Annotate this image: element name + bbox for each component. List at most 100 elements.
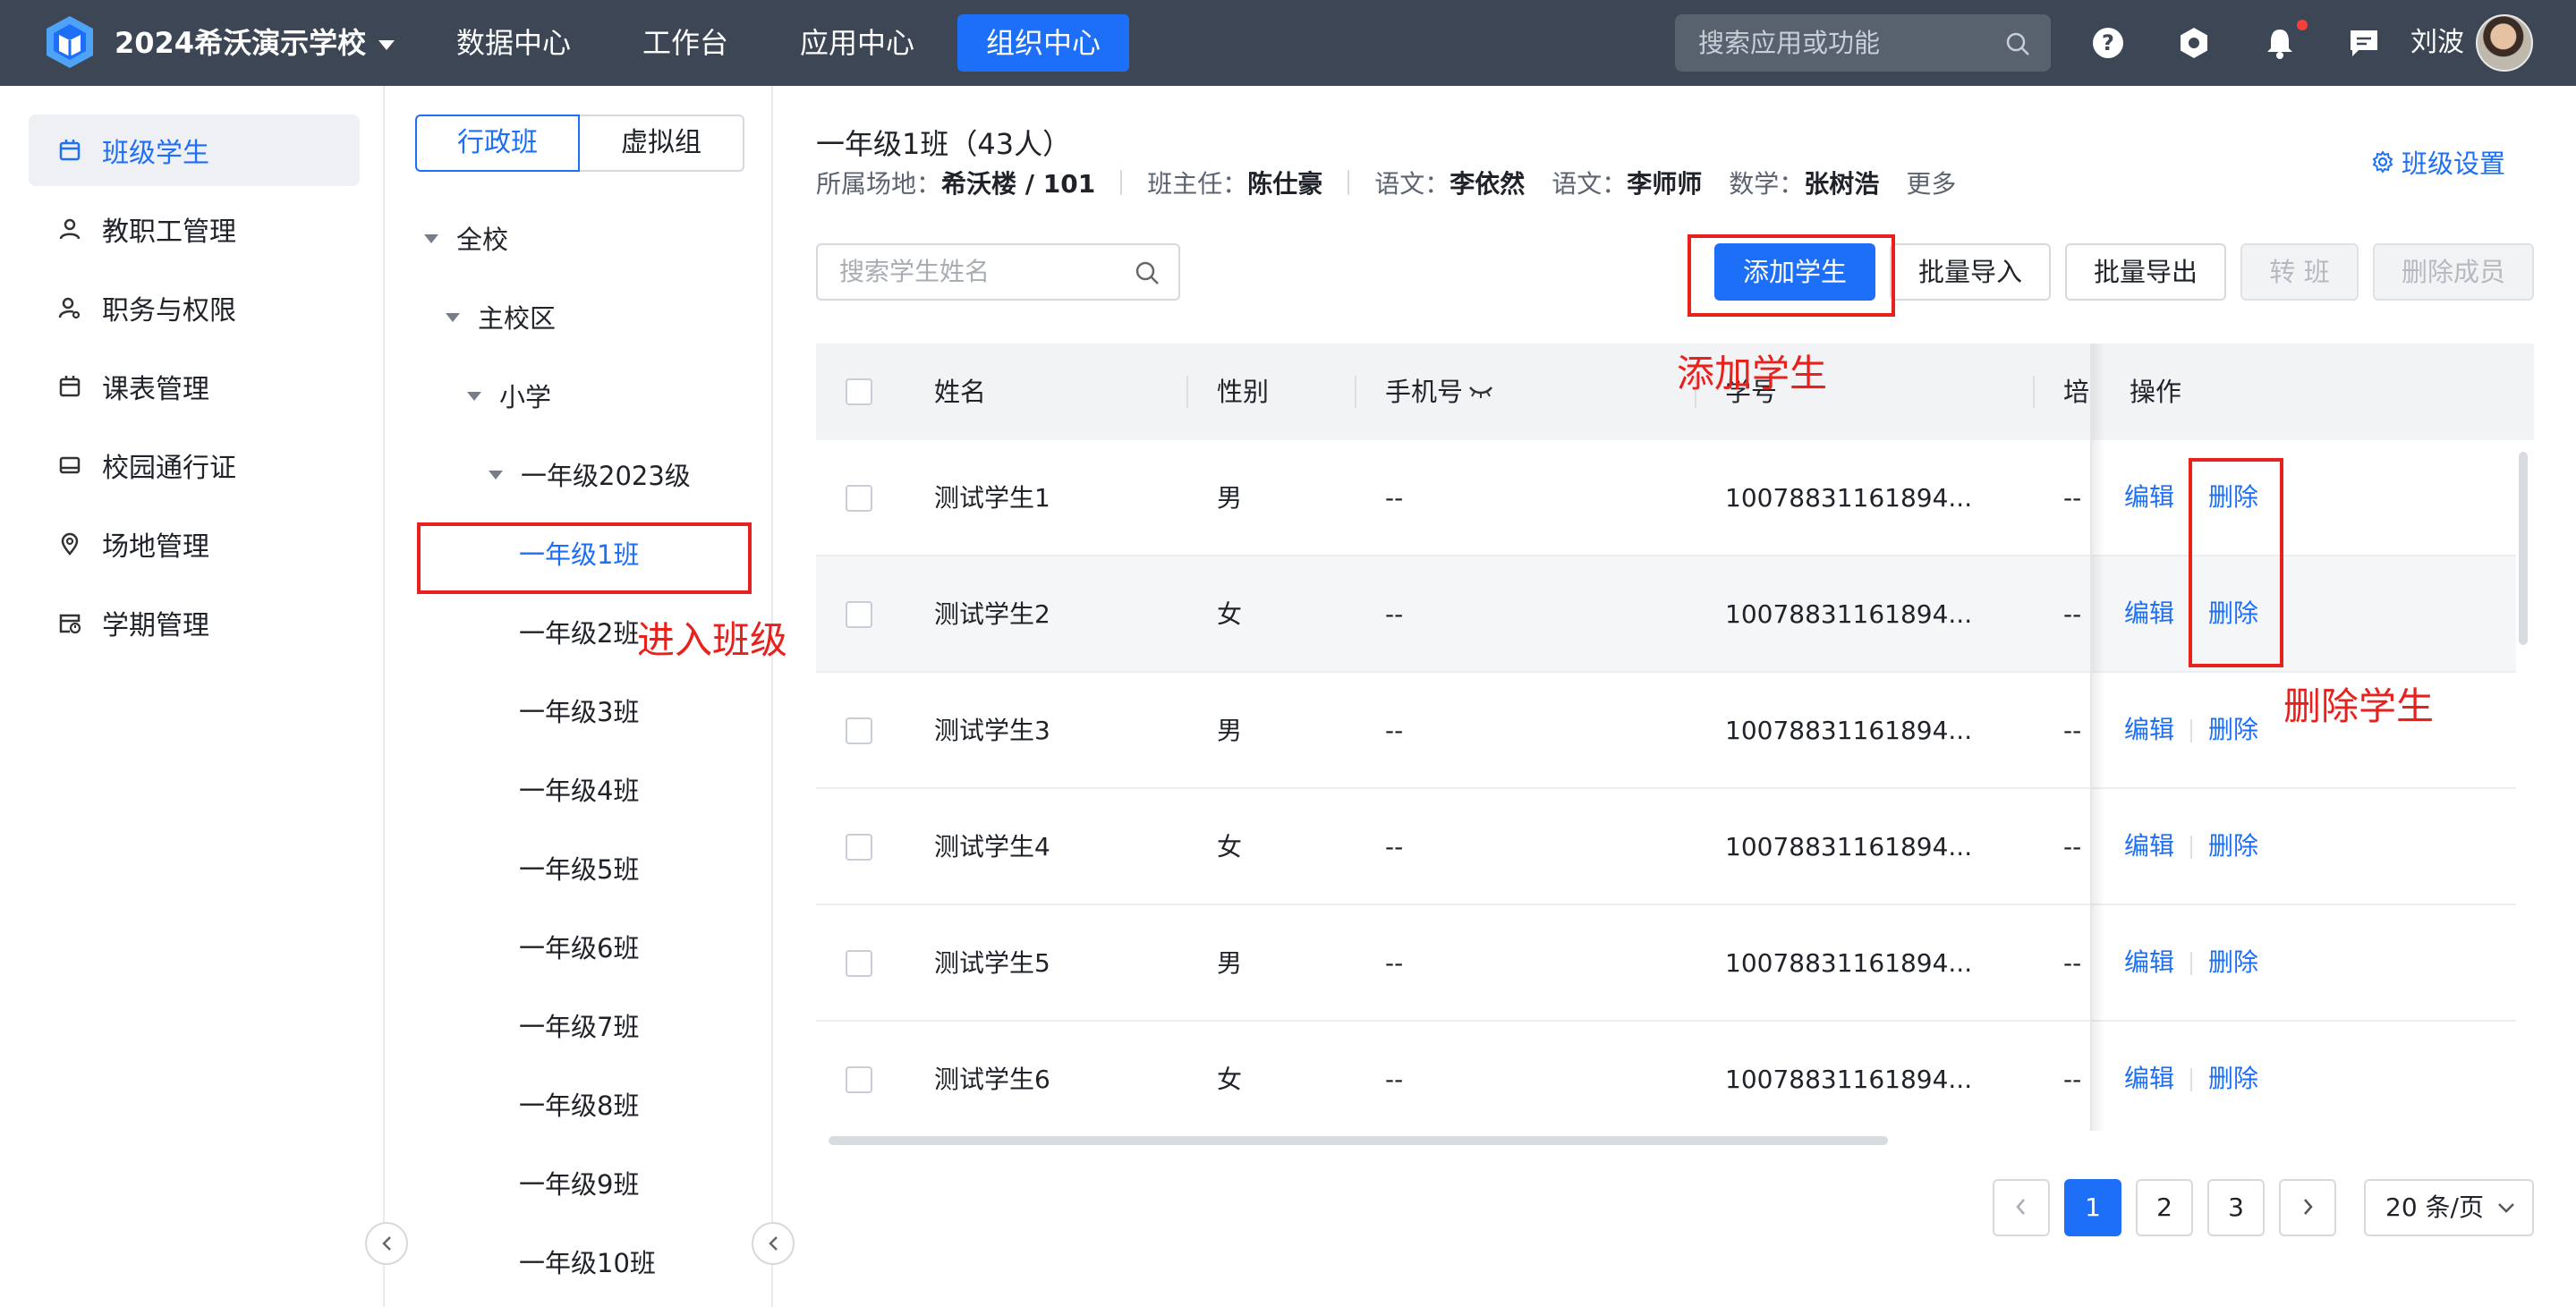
cell-name: 测试学生3	[934, 716, 1050, 745]
cell-extra: --	[2063, 716, 2082, 745]
next-page-button[interactable]	[2279, 1179, 2336, 1236]
message-icon[interactable]	[2346, 25, 2382, 61]
tree-node-class-10[interactable]: 一年级10班	[519, 1245, 656, 1281]
menu-item-label: 课表管理	[102, 374, 209, 405]
class-settings-link[interactable]: 班级设置	[2371, 143, 2505, 181]
row-checkbox[interactable]	[846, 950, 872, 977]
delete-link[interactable]: 删除	[2208, 789, 2258, 904]
tree-node-class-4[interactable]: 一年级4班	[519, 773, 639, 809]
row-checkbox[interactable]	[846, 1066, 872, 1093]
edit-link[interactable]: 编辑	[2124, 789, 2174, 904]
info-teacher: 张树浩	[1804, 169, 1880, 199]
nav-data-center[interactable]: 数据中心	[428, 14, 599, 72]
user-name[interactable]: 刘波	[2410, 0, 2464, 86]
caret-down-icon[interactable]	[489, 471, 503, 480]
prev-page-button[interactable]	[1993, 1179, 2050, 1236]
tree-node-class-8[interactable]: 一年级8班	[519, 1088, 639, 1124]
tree-node-class-7[interactable]: 一年级7班	[519, 1009, 639, 1045]
remove-members-button[interactable]: 删除成员	[2373, 243, 2534, 301]
column-header-gender: 性别	[1217, 377, 1270, 407]
more-link[interactable]: 更多	[1906, 165, 1956, 200]
tab-virtual-group[interactable]: 虚拟组	[578, 115, 744, 172]
school-switcher[interactable]: 2024希沃演示学校	[115, 0, 395, 86]
delete-link[interactable]: 删除	[2208, 1022, 2258, 1136]
card-icon	[59, 456, 81, 474]
nav-app-center[interactable]: 应用中心	[771, 14, 943, 72]
row-checkbox[interactable]	[846, 601, 872, 628]
divider	[2190, 719, 2192, 743]
left-menu: 班级学生 教职工管理 职务与权限 课表管理 校园通行证 场地管理 学期管理	[0, 86, 385, 1307]
menu-item-class-students[interactable]: 班级学生	[29, 115, 360, 186]
menu-item-venues[interactable]: 场地管理	[29, 508, 360, 580]
caret-down-icon[interactable]	[467, 392, 481, 401]
tree-node-class-5[interactable]: 一年级5班	[519, 852, 639, 887]
tree-node-class-2[interactable]: 一年级2班	[519, 615, 639, 651]
table-row: 测试学生4 女 -- 10078831161894... -- 编辑 删除	[816, 789, 2516, 905]
menu-item-timetable[interactable]: 课表管理	[29, 351, 360, 422]
student-search-placeholder: 搜索学生姓名	[839, 257, 990, 286]
caret-down-icon[interactable]	[446, 313, 460, 322]
delete-link[interactable]: 删除	[2208, 673, 2258, 787]
column-header-partial: 培	[2063, 377, 2090, 407]
menu-item-campus-pass[interactable]: 校园通行证	[29, 429, 360, 501]
menu-item-semesters[interactable]: 学期管理	[29, 587, 360, 658]
divider	[1348, 170, 1350, 195]
menu-item-label: 班级学生	[102, 138, 209, 169]
cell-gender: 男	[1217, 716, 1243, 745]
tree-node-class-6[interactable]: 一年级6班	[519, 930, 639, 966]
settings-hexagon-icon[interactable]	[2176, 25, 2212, 61]
school-name: 2024希沃演示学校	[115, 26, 367, 60]
annotation-box-add-student	[1688, 234, 1895, 317]
tab-admin-class[interactable]: 行政班	[415, 115, 580, 172]
tree-node-primary[interactable]: 小学	[499, 379, 551, 415]
edit-link[interactable]: 编辑	[2124, 556, 2174, 671]
edit-link[interactable]: 编辑	[2124, 673, 2174, 787]
page-2-button[interactable]: 2	[2136, 1179, 2193, 1236]
app-search-input[interactable]: 搜索应用或功能	[1675, 14, 2051, 72]
edit-link[interactable]: 编辑	[2124, 1022, 2174, 1136]
table-horizontal-scrollbar[interactable]	[829, 1136, 1888, 1145]
tree-node-main-campus[interactable]: 主校区	[478, 301, 556, 336]
batch-export-button[interactable]: 批量导出	[2065, 243, 2226, 301]
nav-workbench[interactable]: 工作台	[614, 14, 757, 72]
caret-down-icon[interactable]	[424, 234, 438, 243]
tree-node-class-3[interactable]: 一年级3班	[519, 694, 639, 730]
row-checkbox[interactable]	[846, 717, 872, 744]
select-all-checkbox[interactable]	[846, 378, 872, 405]
table-row: 测试学生6 女 -- 10078831161894... -- 编辑 删除	[816, 1022, 2516, 1131]
cell-name: 测试学生5	[934, 948, 1050, 978]
row-checkbox[interactable]	[846, 485, 872, 512]
collapse-tree-button[interactable]	[752, 1222, 795, 1265]
table-vertical-scrollbar[interactable]	[2519, 452, 2528, 645]
batch-import-button[interactable]: 批量导入	[1890, 243, 2051, 301]
eye-closed-icon[interactable]	[1467, 383, 1494, 401]
bell-icon[interactable]	[2262, 25, 2298, 61]
info-venue: 希沃楼 / 101	[941, 169, 1096, 199]
transfer-class-button[interactable]: 转 班	[2240, 243, 2359, 301]
column-header-phone: 手机号	[1385, 377, 1464, 407]
delete-link[interactable]: 删除	[2208, 905, 2258, 1020]
divider	[1120, 170, 1123, 195]
divider	[2190, 952, 2192, 975]
menu-item-staff[interactable]: 教职工管理	[29, 193, 360, 265]
cell-phone: --	[1385, 832, 1404, 861]
edit-link[interactable]: 编辑	[2124, 905, 2174, 1020]
annotation-add-student: 添加学生	[1677, 352, 1828, 395]
tree-node-grade-2023[interactable]: 一年级2023级	[521, 458, 691, 494]
page-1-button[interactable]: 1	[2064, 1179, 2121, 1236]
student-search-input[interactable]: 搜索学生姓名	[816, 243, 1180, 301]
row-checkbox[interactable]	[846, 834, 872, 861]
edit-link[interactable]: 编辑	[2124, 440, 2174, 555]
cell-gender: 女	[1217, 832, 1243, 861]
page-3-button[interactable]: 3	[2207, 1179, 2265, 1236]
nav-org-center[interactable]: 组织中心	[957, 14, 1130, 72]
cell-gender: 男	[1217, 483, 1243, 513]
tree-node-school[interactable]: 全校	[456, 222, 508, 258]
cell-student-id: 10078831161894...	[1725, 599, 1973, 629]
menu-item-roles[interactable]: 职务与权限	[29, 272, 360, 344]
help-icon[interactable]: ?	[2090, 25, 2126, 61]
tree-node-class-9[interactable]: 一年级9班	[519, 1167, 639, 1202]
page-size-select[interactable]: 20 条/页	[2364, 1179, 2534, 1236]
school-logo-icon[interactable]	[41, 13, 98, 71]
avatar[interactable]	[2476, 14, 2533, 72]
